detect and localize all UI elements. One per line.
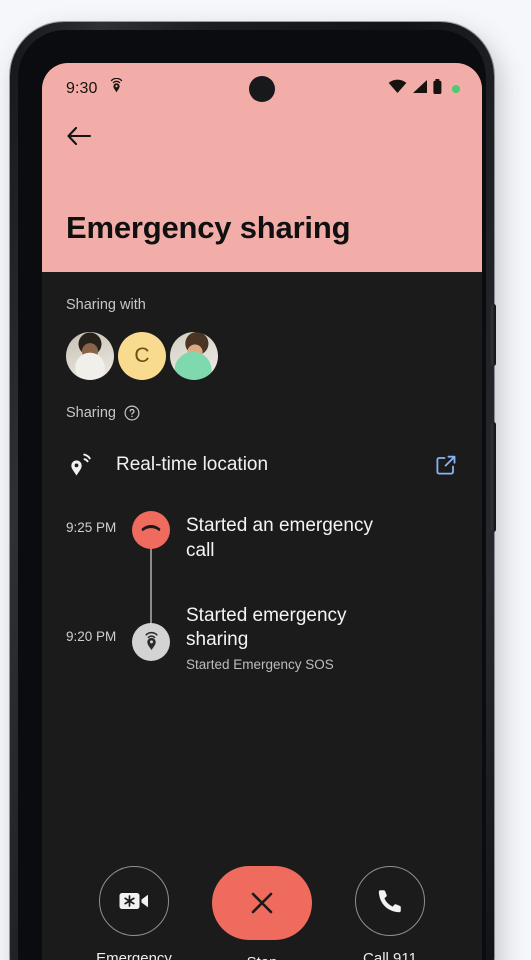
page-title: Emergency sharing (66, 210, 351, 245)
location-broadcast-icon (109, 77, 124, 100)
stop-button-label: Stop (247, 953, 278, 960)
timeline-event-time: 9:25 PM (66, 520, 117, 536)
wifi-icon (388, 79, 407, 99)
timeline-event-time: 9:20 PM (66, 628, 117, 644)
timeline-event-subtitle: Started Emergency SOS (186, 657, 334, 673)
battery-icon (432, 78, 443, 100)
help-circle-icon[interactable] (124, 405, 140, 421)
real-time-location-row[interactable]: Real-time location (66, 447, 458, 483)
status-bar-clock: 9:30 (66, 80, 98, 97)
location-broadcast-icon (66, 451, 92, 479)
sharing-with-label: Sharing with (66, 297, 146, 314)
timeline-event-body: Started an emergency call (170, 511, 401, 563)
close-x-icon (247, 888, 277, 918)
timeline-event-title: Started an emergency call (186, 515, 373, 561)
timeline-event: 9:25 PM Started an emergency call (66, 511, 458, 563)
location-broadcast-icon (132, 622, 170, 661)
sharing-section-label: Sharing (66, 380, 458, 421)
call-end-icon (132, 511, 170, 550)
phone-screen: 9:30 Emergency sharing Sharing with C Sh… (42, 63, 482, 960)
timeline-event-body: Started emergency sharing Started Emerge… (170, 601, 401, 673)
status-bar-left: 9:30 (66, 77, 124, 100)
video-camera-sparkle-icon (118, 889, 150, 913)
status-bar: 9:30 (42, 63, 482, 115)
sharing-section-label-text: Sharing (66, 405, 116, 422)
real-time-location-label: Real-time location (116, 454, 269, 476)
timeline-event: 9:20 PM Started emergency sharing Starte… (66, 601, 458, 673)
open-in-new-icon[interactable] (434, 453, 458, 477)
emergency-sharing-button-circle (99, 866, 169, 936)
phone-device-frame: 9:30 Emergency sharing Sharing with C Sh… (10, 22, 496, 960)
volume-button[interactable] (491, 422, 496, 532)
main-content: Sharing with C Sharing Real-time locatio… (42, 272, 482, 960)
emergency-sharing-button[interactable]: Emergency Sharing (74, 866, 194, 960)
call-911-button-circle (355, 866, 425, 936)
status-bar-right (388, 78, 460, 100)
stop-button[interactable]: Stop (202, 866, 322, 960)
sharing-with-avatar-row: C (66, 332, 458, 381)
contact-avatar-3[interactable] (170, 332, 218, 381)
bottom-action-bar: Emergency Sharing Stop (42, 848, 482, 960)
timeline-event-title: Started emergency sharing (186, 604, 347, 651)
back-arrow-icon (67, 126, 92, 146)
stop-button-shape (212, 866, 312, 940)
cellular-signal-icon (411, 79, 428, 99)
back-button[interactable] (66, 115, 106, 157)
power-button[interactable] (491, 304, 496, 366)
green-privacy-dot (452, 85, 460, 93)
app-header: Emergency sharing (42, 115, 482, 273)
phone-icon (376, 887, 404, 915)
emergency-sharing-button-label: Emergency Sharing (96, 950, 172, 960)
call-911-button[interactable]: Call 911 (330, 866, 450, 960)
contact-avatar-2[interactable]: C (118, 332, 166, 381)
event-timeline: 9:25 PM Started an emergency call 9:20 P… (66, 511, 458, 672)
call-911-button-label: Call 911 (363, 950, 417, 960)
contact-avatar-1[interactable] (66, 332, 114, 381)
front-camera-punch-hole (249, 76, 275, 102)
